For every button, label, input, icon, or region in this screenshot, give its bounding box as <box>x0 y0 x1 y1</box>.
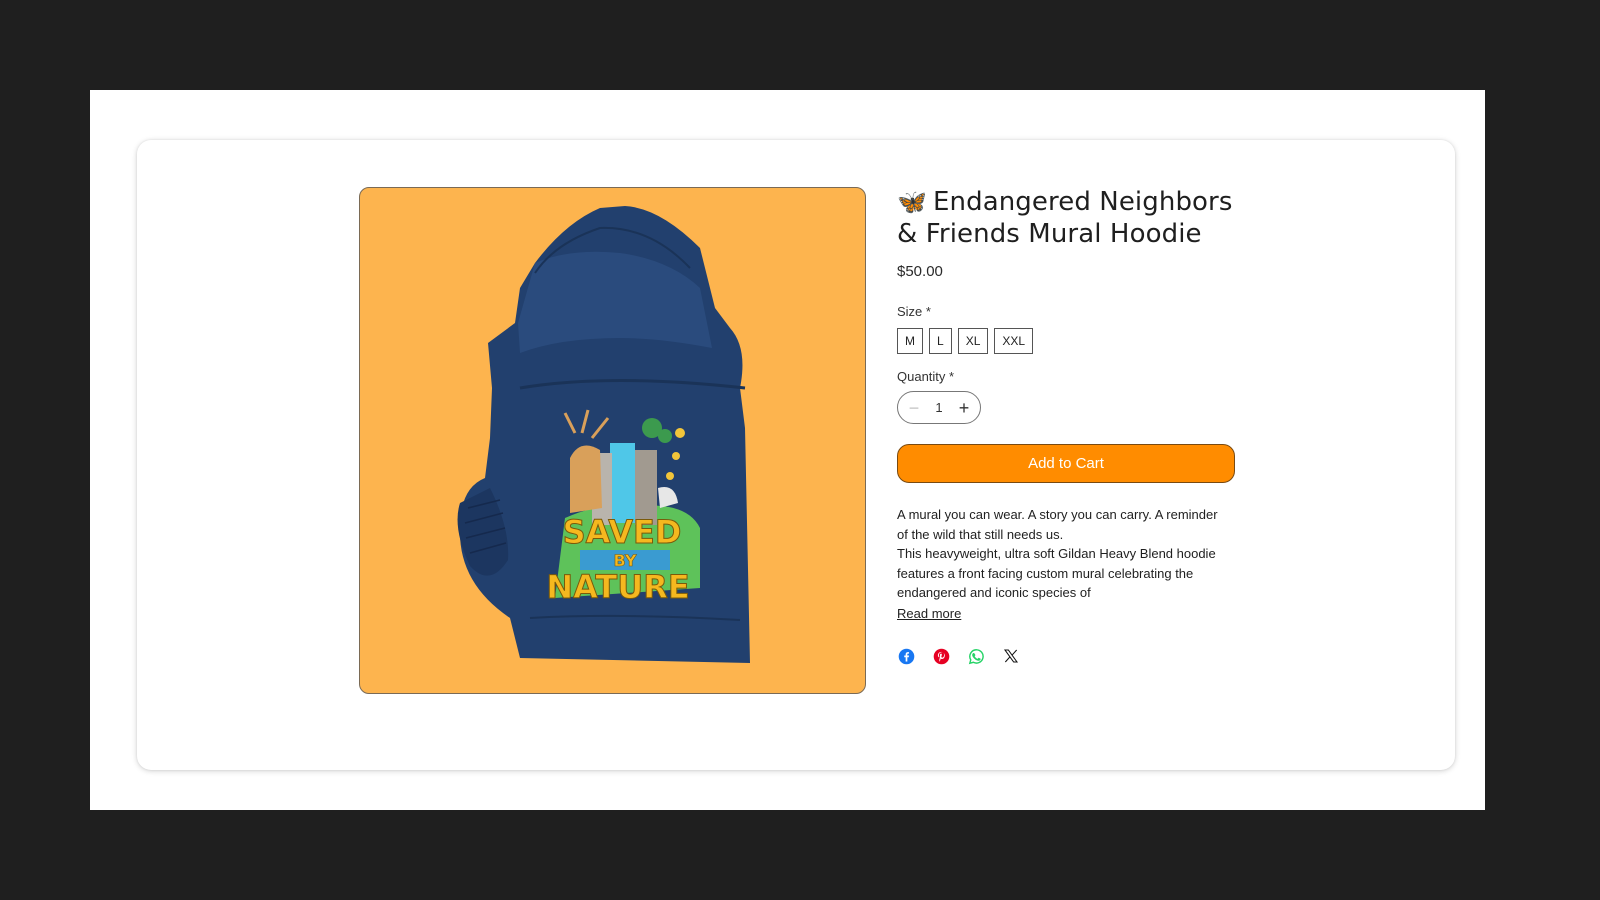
read-more-link[interactable]: Read more <box>897 604 961 624</box>
product-title: 🦋 Endangered Neighbors & Friends Mural Ho… <box>897 187 1237 250</box>
share-links <box>897 647 1237 665</box>
quantity-label: Quantity * <box>897 369 955 384</box>
quantity-value[interactable]: 1 <box>935 400 942 415</box>
size-option-l[interactable]: L <box>929 328 952 354</box>
product-description: A mural you can wear. A story you can ca… <box>897 505 1232 623</box>
x-icon[interactable] <box>1002 647 1020 665</box>
description-line-1: A mural you can wear. A story you can ca… <box>897 507 1218 542</box>
add-to-cart-button[interactable]: Add to Cart <box>897 444 1235 483</box>
product-card: SAVED BY NATURE 🦋 Endangered Neighbors & … <box>137 140 1455 770</box>
product-image[interactable]: SAVED BY NATURE <box>359 187 866 694</box>
description-line-2: This heavyweight, ultra soft Gildan Heav… <box>897 546 1216 600</box>
quantity-stepper: − 1 + <box>897 391 981 424</box>
size-option-xl[interactable]: XL <box>957 328 989 354</box>
butterfly-icon: 🦋 <box>897 188 927 216</box>
size-label: Size * <box>897 304 931 319</box>
product-title-text: Endangered Neighbors & Friends Mural Hoo… <box>897 187 1233 249</box>
decrement-icon[interactable]: − <box>904 398 924 418</box>
size-option-m[interactable]: M <box>897 328 923 354</box>
whatsapp-icon[interactable] <box>967 647 985 665</box>
product-price: $50.00 <box>897 263 943 280</box>
increment-icon[interactable]: + <box>954 398 974 418</box>
size-option-xxl[interactable]: XXL <box>994 328 1034 354</box>
facebook-icon[interactable] <box>897 647 915 665</box>
svg-text:SAVED: SAVED <box>563 513 682 551</box>
page-frame: SAVED BY NATURE 🦋 Endangered Neighbors & … <box>90 90 1485 810</box>
size-options: M L XL XXL <box>897 328 1237 354</box>
product-info: 🦋 Endangered Neighbors & Friends Mural Ho… <box>897 187 1237 665</box>
svg-text:NATURE: NATURE <box>546 568 689 606</box>
hoodie-image: SAVED BY NATURE <box>457 206 750 663</box>
pinterest-icon[interactable] <box>932 647 950 665</box>
